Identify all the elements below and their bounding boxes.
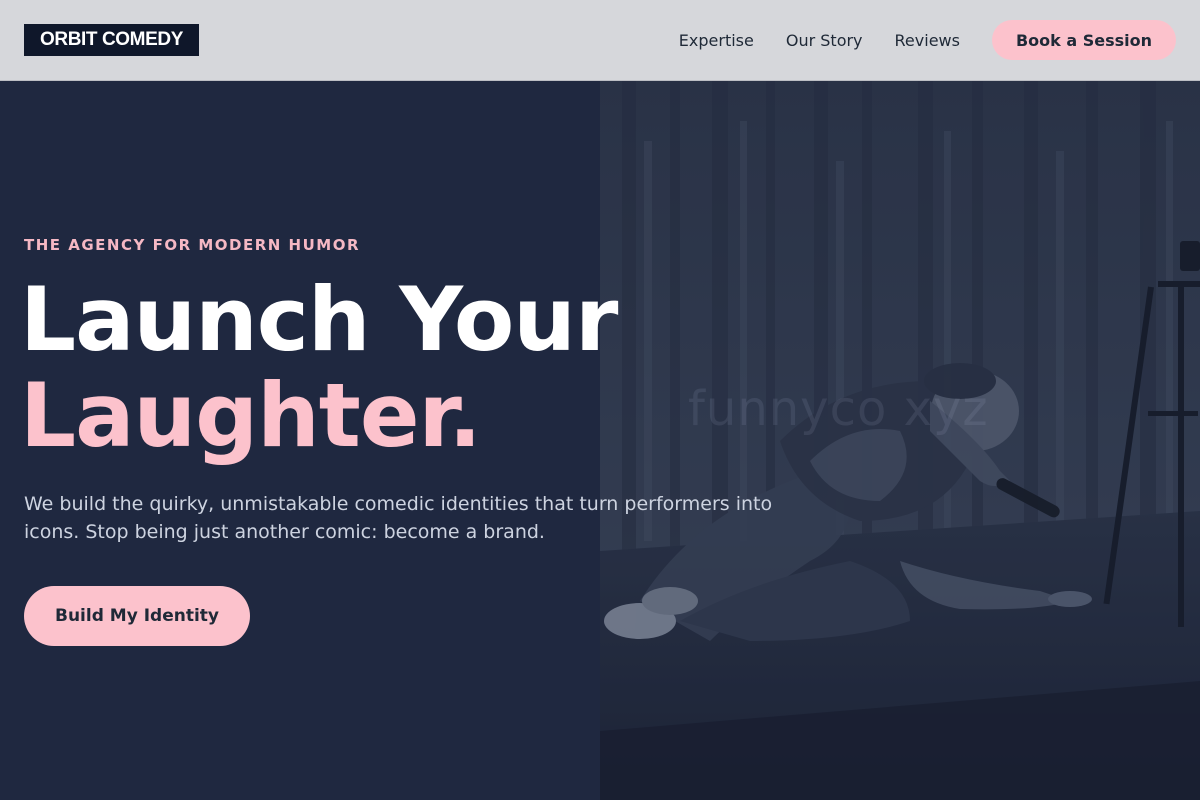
image-watermark: funnyco xyz bbox=[688, 381, 989, 437]
nav-link-our-story[interactable]: Our Story bbox=[786, 31, 863, 50]
hero-headline-line1: Launch Your bbox=[20, 268, 618, 371]
hero-subtext: We build the quirky, unmistakable comedi… bbox=[24, 493, 773, 543]
hero-eyebrow: THE AGENCY FOR MODERN HUMOR bbox=[24, 236, 361, 254]
build-identity-button[interactable]: Build My Identity bbox=[24, 586, 250, 646]
site-header: ORBIT COMEDY Expertise Our Story Reviews… bbox=[0, 0, 1200, 81]
nav-link-expertise[interactable]: Expertise bbox=[679, 31, 754, 50]
hero-image: funnyco xyz bbox=[600, 81, 1200, 800]
logo[interactable]: ORBIT COMEDY bbox=[24, 24, 199, 56]
image-overlay bbox=[600, 81, 1200, 800]
nav-link-reviews[interactable]: Reviews bbox=[895, 31, 960, 50]
book-session-button[interactable]: Book a Session bbox=[991, 20, 1176, 60]
hero-headline-line2: Laughter. bbox=[20, 364, 482, 467]
main-nav: Expertise Our Story Reviews Book a Sessi… bbox=[647, 20, 1176, 60]
